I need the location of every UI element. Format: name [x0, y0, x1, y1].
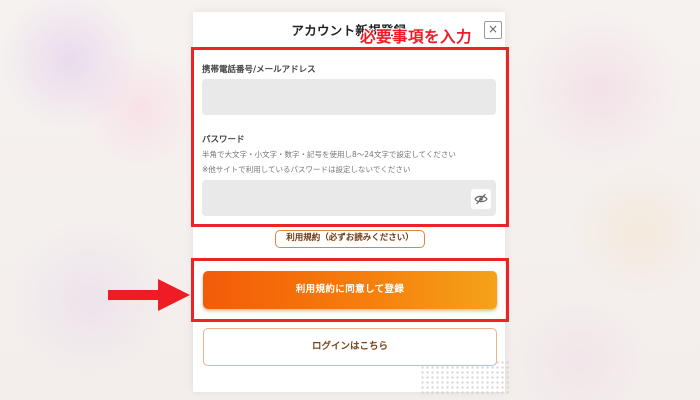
- annotation-label: 必要事項を入力: [360, 28, 473, 46]
- password-label: パスワード: [202, 135, 245, 145]
- password-input[interactable]: [202, 180, 496, 216]
- password-warning: ※他サイトで利用しているパスワードは設定しないでください: [202, 165, 411, 174]
- id-input[interactable]: [202, 79, 496, 115]
- eye-off-icon[interactable]: [471, 189, 491, 209]
- agree-and-register-button[interactable]: 利用規約に同意して登録: [203, 271, 497, 309]
- id-field-label: 携帯電話番号/メールアドレス: [202, 65, 316, 75]
- close-button[interactable]: ×: [484, 21, 502, 39]
- password-hint: 半角で大文字・小文字・数字・記号を使用し8〜24文字で設定してください: [202, 150, 456, 159]
- login-button[interactable]: ログインはこちら: [203, 328, 497, 366]
- terms-link[interactable]: 利用規約（必ずお読みください）: [275, 230, 425, 248]
- pointer-arrow-icon: [108, 279, 190, 311]
